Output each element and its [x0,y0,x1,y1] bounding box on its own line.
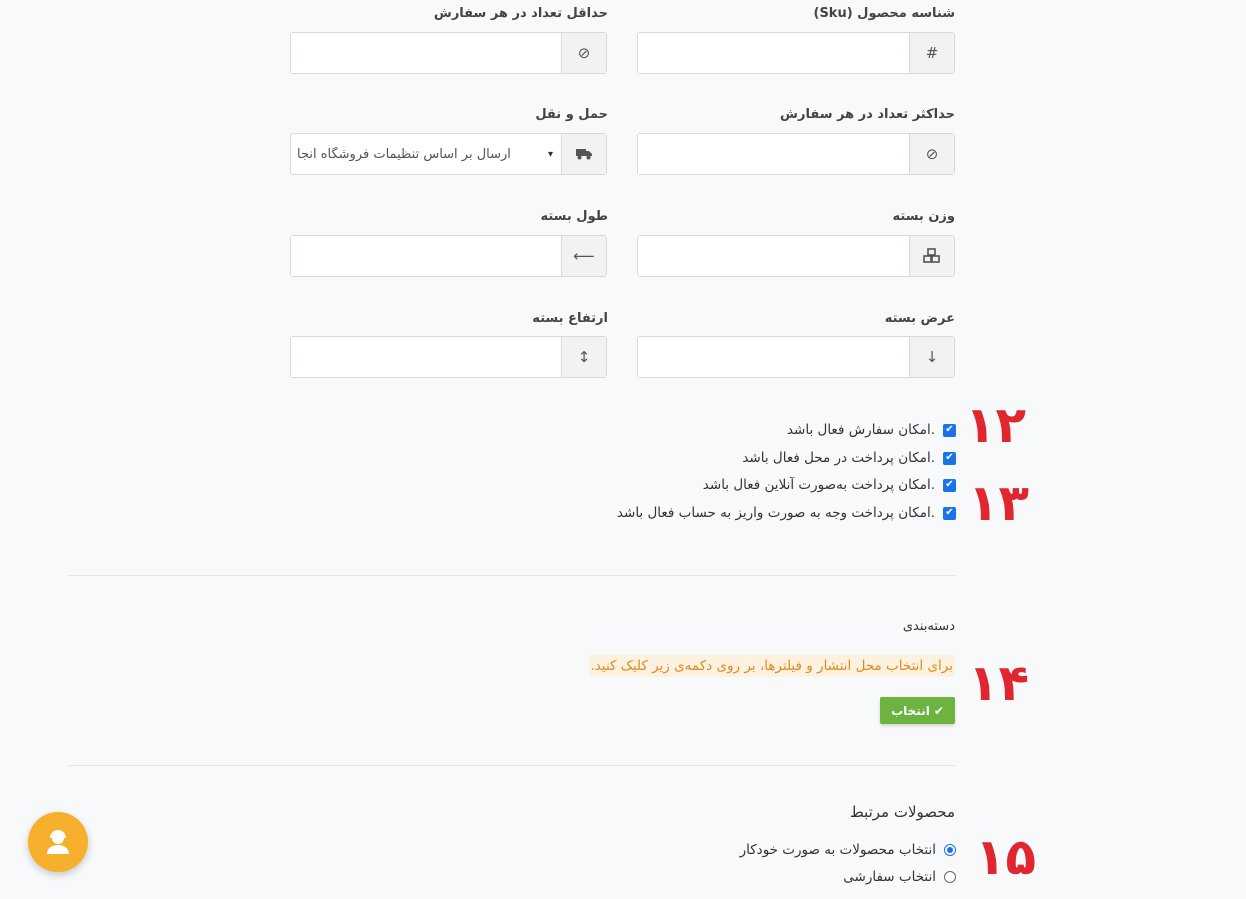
hash-icon: # [909,33,954,73]
min-qty-input[interactable] [291,33,561,73]
related-custom-option[interactable]: انتخاب سفارشی [843,867,956,887]
truck-icon [561,134,606,174]
chevron-down-icon: ▾ [547,148,553,160]
min-qty-field-group: ⊘ [290,32,607,74]
weight-input[interactable] [638,236,909,276]
max-qty-field-group: ⊘ [637,133,955,175]
checkbox-cod-enabled[interactable]: ✔ [943,451,956,465]
sku-field-group: # [637,32,955,74]
arrow-down-icon: ↓ [909,337,954,377]
radio-auto[interactable] [944,844,956,856]
cubes-icon [909,236,954,276]
radio-label: انتخاب محصولات به صورت خودکار [739,842,936,858]
height-input[interactable] [291,337,561,377]
support-user-icon [47,830,69,854]
related-products-title: محصولات مرتبط [849,803,955,821]
option-label: امکان پرداخت به‌صورت آنلاین فعال باشد. [702,477,935,493]
shipping-select[interactable]: ارسال بر اساس تنظیمات فروشگاه انجا ▾ [291,134,561,174]
ban-icon: ⊘ [909,134,954,174]
weight-field-group [637,235,955,277]
radio-label: انتخاب سفارشی [843,869,936,885]
max-qty-label: حداکثر تعداد در هر سفارش [780,107,955,122]
section-divider [68,765,955,766]
length-label: طول بسته [540,209,608,224]
support-button[interactable] [28,812,88,872]
annotation-15: ۱۵ [975,828,1037,886]
min-qty-label: حداقل تعداد در هر سفارش [433,6,608,21]
checkbox-bank-transfer[interactable]: ✔ [943,506,956,520]
checkbox-online-payment[interactable]: ✔ [943,478,956,492]
option-online-payment[interactable]: ✔ امکان پرداخت به‌صورت آنلاین فعال باشد. [703,475,956,495]
shipping-selected-value: ارسال بر اساس تنظیمات فروشگاه انجا [297,146,511,162]
category-hint: برای انتخاب محل انتشار و فیلترها، بر روی… [588,655,955,677]
max-label-sku: شناسه محصول (Sku) [813,6,955,21]
select-category-button-label: انتخاب [891,703,930,718]
radio-custom[interactable] [944,871,956,883]
option-label: امکان پرداخت وجه به صورت واریز به حساب ف… [616,505,935,521]
option-label: امکان سفارش فعال باشد. [786,422,935,438]
shipping-field-group: ارسال بر اساس تنظیمات فروشگاه انجا ▾ [290,133,607,175]
weight-label: وزن بسته [892,209,956,224]
sku-input[interactable] [638,33,909,73]
height-field-group: ↕ [290,336,607,378]
option-bank-transfer[interactable]: ✔ امکان پرداخت وجه به صورت واریز به حساب… [617,503,956,523]
option-cod-enabled[interactable]: ✔ امکان پرداخت در محل فعال باشد. [742,448,956,468]
ban-icon: ⊘ [561,33,606,73]
select-category-button[interactable]: ✔ انتخاب [880,697,955,724]
option-order-enabled[interactable]: ✔ امکان سفارش فعال باشد. [787,420,956,440]
option-label: امکان پرداخت در محل فعال باشد. [742,450,935,466]
annotation-13: ۱۳ [968,474,1030,532]
check-icon: ✔ [933,703,944,718]
annotation-14: ۱۴ [968,654,1030,712]
checkbox-order-enabled[interactable]: ✔ [943,423,956,437]
related-auto-option[interactable]: انتخاب محصولات به صورت خودکار [740,840,956,860]
arrow-left-icon: ⟵ [561,236,606,276]
length-input[interactable] [291,236,561,276]
height-label: ارتفاع بسته [532,311,608,326]
section-divider [68,575,955,576]
width-input[interactable] [638,337,909,377]
category-title: دسته‌بندی [902,619,955,634]
max-qty-input[interactable] [638,134,909,174]
width-label: عرض بسته [884,311,955,326]
arrow-vertical-icon: ↕ [561,337,606,377]
length-field-group: ⟵ [290,235,607,277]
annotation-12: ۱۲ [965,396,1027,454]
shipping-label: حمل و نقل [535,107,608,122]
width-field-group: ↓ [637,336,955,378]
